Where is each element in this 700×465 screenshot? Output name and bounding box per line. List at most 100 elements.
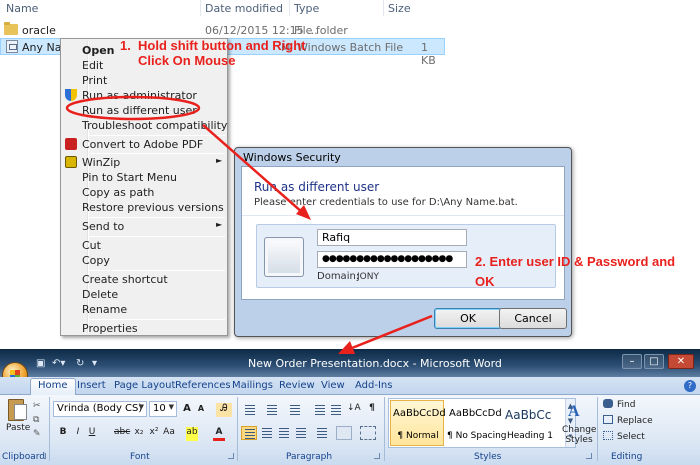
column-size[interactable]: Size bbox=[388, 2, 411, 15]
grow-font-icon[interactable]: A bbox=[181, 403, 193, 417]
redo-icon[interactable]: ↻ bbox=[76, 358, 84, 369]
ok-button[interactable]: OK bbox=[434, 308, 502, 329]
windows-security-dialog: Windows Security Run as different user P… bbox=[234, 147, 572, 337]
help-icon[interactable]: ? bbox=[684, 380, 696, 392]
menu-item-print[interactable]: Print bbox=[82, 74, 107, 89]
change-styles-button[interactable]: Change Styles bbox=[562, 425, 596, 445]
tab-add-ins[interactable]: Add-Ins bbox=[355, 380, 392, 391]
tab-view[interactable]: View bbox=[321, 380, 345, 391]
domain-value: JONY bbox=[357, 272, 379, 282]
change-styles-icon[interactable]: A bbox=[568, 403, 580, 421]
tab-references[interactable]: References bbox=[175, 380, 231, 391]
undo-icon[interactable]: ↶▾ bbox=[52, 358, 65, 369]
tab-home[interactable]: Home bbox=[30, 378, 76, 396]
password-field[interactable]: ●●●●●●●●●●●●●●●●●●● bbox=[317, 251, 467, 268]
line-spacing-icon[interactable] bbox=[314, 426, 330, 440]
save-icon[interactable]: ▣ bbox=[36, 358, 45, 369]
customize-toolbar-icon[interactable]: ▾ bbox=[92, 358, 97, 369]
styles-launcher-icon[interactable] bbox=[586, 453, 592, 459]
clipboard-launcher-icon[interactable] bbox=[40, 453, 46, 459]
style-normal[interactable]: AaBbCcDd ¶ Normal bbox=[390, 400, 446, 446]
replace-button[interactable]: Replace bbox=[603, 415, 653, 426]
multilevel-list-icon[interactable] bbox=[287, 403, 303, 417]
justify-icon[interactable] bbox=[293, 426, 309, 440]
increase-indent-icon[interactable] bbox=[328, 403, 344, 417]
menu-item-convert-to-pdf[interactable]: Convert to Adobe PDF bbox=[82, 138, 203, 153]
font-launcher-icon[interactable] bbox=[228, 453, 234, 459]
cancel-button[interactable]: Cancel bbox=[499, 308, 567, 329]
menu-item-rename[interactable]: Rename bbox=[82, 303, 127, 318]
menu-item-delete[interactable]: Delete bbox=[82, 288, 118, 303]
shading-icon[interactable] bbox=[336, 426, 352, 440]
bullets-icon[interactable] bbox=[242, 403, 258, 417]
find-button[interactable]: Find bbox=[603, 399, 635, 410]
strikethrough-button[interactable]: abc bbox=[114, 427, 130, 441]
user-picture-icon bbox=[264, 237, 304, 277]
menu-item-cut[interactable]: Cut bbox=[82, 239, 101, 254]
bold-button[interactable]: B bbox=[57, 427, 69, 441]
font-name-input[interactable]: Vrinda (Body CS) ▼ bbox=[53, 401, 147, 417]
menu-item-properties[interactable]: Properties bbox=[82, 322, 138, 337]
shrink-font-icon[interactable]: A bbox=[195, 404, 207, 418]
highlight-icon[interactable]: ab bbox=[186, 427, 198, 441]
cut-icon[interactable]: ✂ bbox=[33, 401, 43, 411]
column-separator[interactable] bbox=[200, 0, 201, 16]
menu-item-winzip[interactable]: WinZip ► bbox=[82, 156, 222, 171]
style-no-spacing[interactable]: AaBbCcDd ¶ No Spacing bbox=[446, 400, 507, 446]
column-separator[interactable] bbox=[289, 0, 290, 16]
menu-item-copy[interactable]: Copy bbox=[82, 254, 110, 269]
tab-mailings[interactable]: Mailings bbox=[232, 380, 273, 391]
menu-item-troubleshoot-compatibility[interactable]: Troubleshoot compatibility bbox=[82, 119, 227, 134]
clear-formatting-icon[interactable]: Ꭿ bbox=[216, 403, 232, 417]
menu-item-edit[interactable]: Edit bbox=[82, 59, 103, 74]
menu-item-send-to[interactable]: Send to ► bbox=[82, 220, 222, 235]
file-name: oracle bbox=[22, 24, 56, 37]
minimize-icon[interactable]: – bbox=[622, 354, 642, 369]
menu-item-run-as-administrator[interactable]: Run as administrator bbox=[82, 89, 197, 104]
menu-item-run-as-different-user[interactable]: Run as different user bbox=[82, 104, 197, 119]
group-font-label: Font bbox=[130, 452, 150, 462]
menu-item-create-shortcut[interactable]: Create shortcut bbox=[82, 273, 168, 288]
format-painter-icon[interactable]: ✎ bbox=[33, 429, 43, 439]
select-button[interactable]: Select bbox=[603, 431, 645, 442]
tab-insert[interactable]: Insert bbox=[77, 380, 106, 391]
show-formatting-icon[interactable]: ¶ bbox=[366, 403, 378, 417]
subscript-button[interactable]: x₂ bbox=[133, 427, 145, 441]
style-heading-1[interactable]: AaBbCc Heading 1 bbox=[502, 400, 562, 446]
align-left-icon[interactable] bbox=[241, 426, 257, 440]
font-size-input[interactable]: 10 ▼ bbox=[149, 401, 177, 417]
tab-review[interactable]: Review bbox=[279, 380, 315, 391]
menu-item-copy-as-path[interactable]: Copy as path bbox=[82, 186, 154, 201]
decrease-indent-icon[interactable] bbox=[312, 403, 328, 417]
change-case-icon[interactable]: Aa bbox=[163, 427, 175, 441]
copy-icon[interactable]: ⧉ bbox=[33, 415, 43, 425]
column-name[interactable]: Name bbox=[6, 2, 38, 15]
column-type[interactable]: Type bbox=[294, 2, 319, 15]
dialog-title: Windows Security bbox=[243, 151, 341, 164]
menu-item-restore-previous-versions[interactable]: Restore previous versions bbox=[82, 201, 224, 216]
borders-icon[interactable] bbox=[360, 426, 376, 440]
font-size-value: 10 bbox=[153, 403, 166, 414]
italic-button[interactable]: I bbox=[72, 427, 84, 441]
numbering-icon[interactable] bbox=[264, 403, 280, 417]
paragraph-launcher-icon[interactable] bbox=[374, 453, 380, 459]
align-right-icon[interactable] bbox=[276, 426, 292, 440]
step1-annotation: 1. Hold shift button and Right Click On … bbox=[120, 38, 306, 68]
maximize-icon[interactable]: □ bbox=[644, 354, 664, 369]
underline-button[interactable]: U bbox=[86, 427, 98, 441]
menu-item-pin-to-start[interactable]: Pin to Start Menu bbox=[82, 171, 177, 186]
close-icon[interactable]: ✕ bbox=[668, 354, 694, 369]
font-color-icon[interactable]: A bbox=[213, 427, 225, 441]
sort-icon[interactable]: ↓A bbox=[347, 403, 361, 417]
column-separator[interactable] bbox=[383, 0, 384, 16]
paste-icon[interactable] bbox=[8, 399, 27, 421]
superscript-button[interactable]: x² bbox=[148, 427, 160, 441]
username-field[interactable]: Rafiq bbox=[317, 229, 467, 246]
paste-button[interactable]: Paste bbox=[6, 423, 30, 433]
align-center-icon[interactable] bbox=[259, 426, 275, 440]
menu-separator bbox=[89, 236, 225, 237]
tab-page-layout[interactable]: Page Layout bbox=[114, 380, 175, 391]
column-date-modified[interactable]: Date modified bbox=[205, 2, 283, 15]
file-row-oracle[interactable]: oracle 06/12/2015 12:15 ... File folder bbox=[0, 22, 445, 39]
menu-item-open[interactable]: Open bbox=[82, 44, 115, 59]
